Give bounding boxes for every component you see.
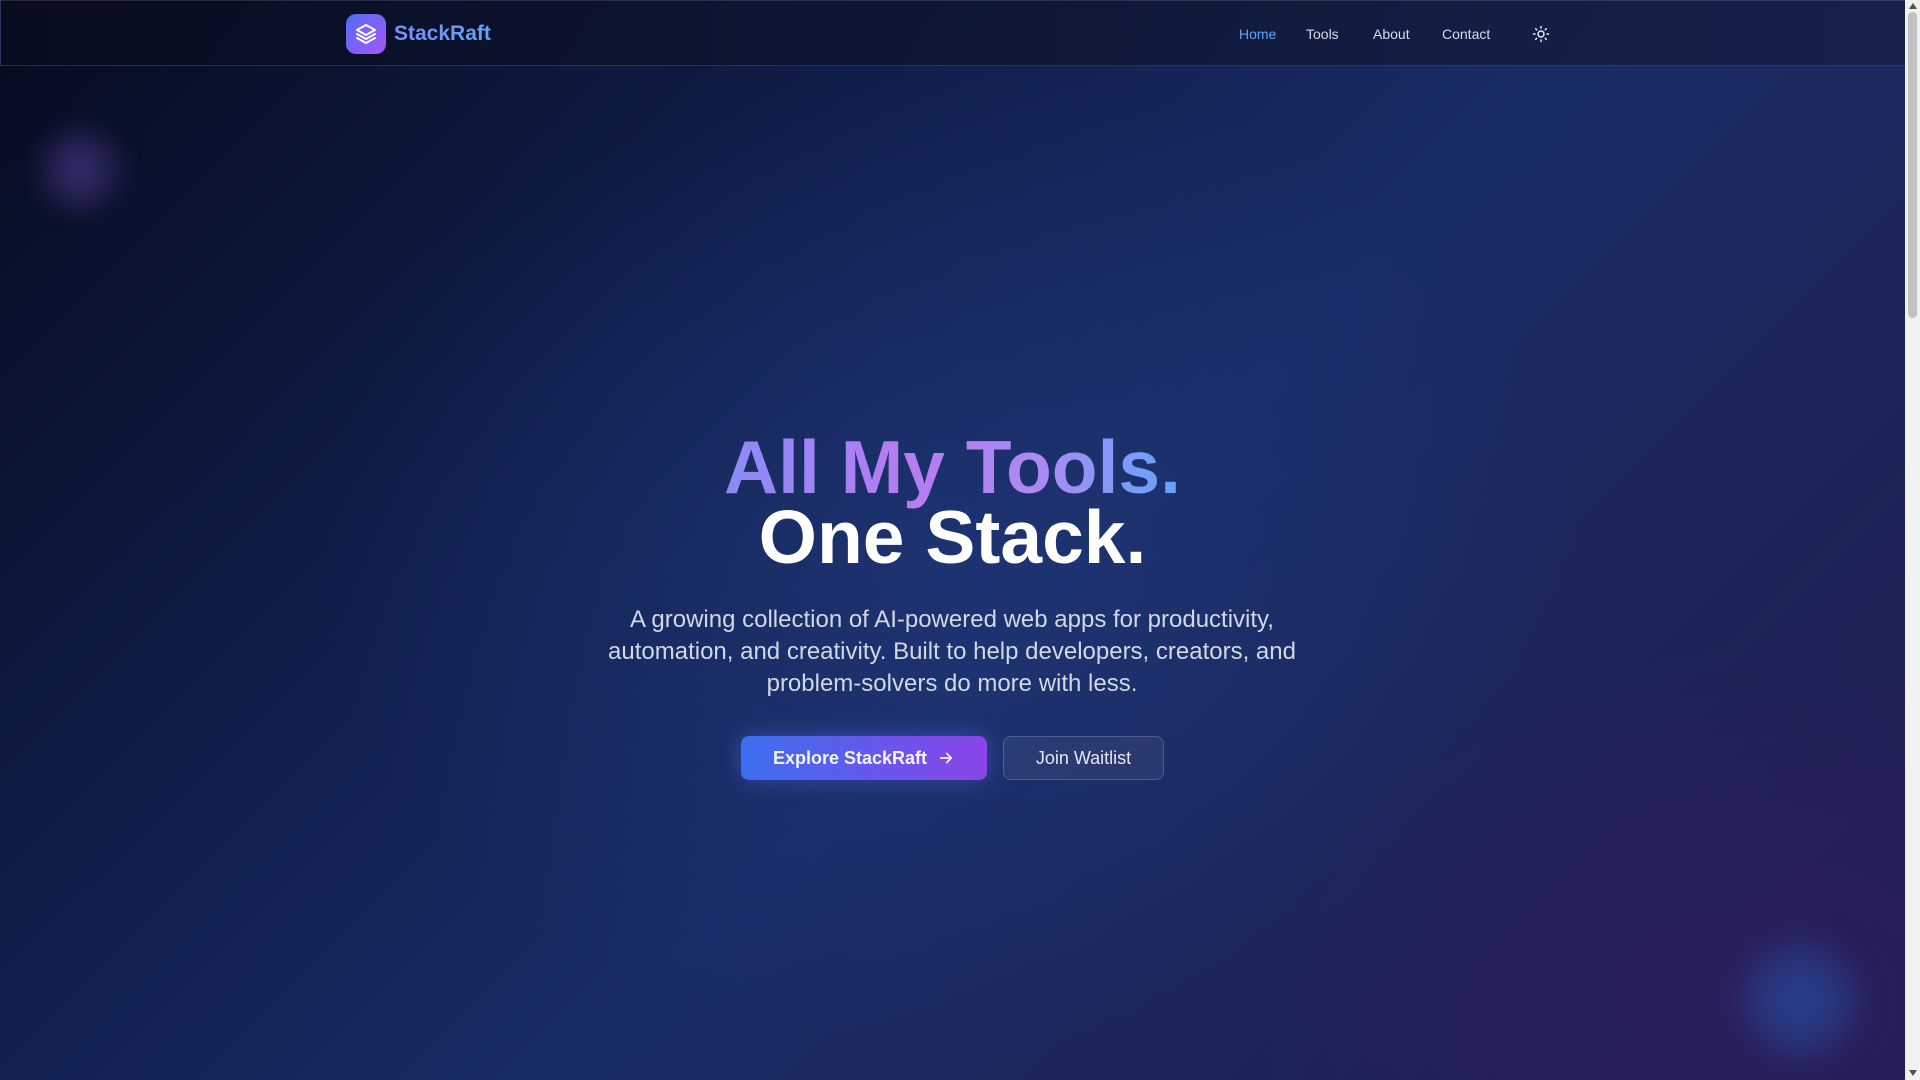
nav-tools-link[interactable]: Tools <box>1306 25 1339 43</box>
join-waitlist-button[interactable]: Join Waitlist <box>1003 736 1164 780</box>
decorative-glow <box>30 120 130 220</box>
nav-home-link[interactable]: Home <box>1239 25 1276 43</box>
nav-contact-link[interactable]: Contact <box>1442 25 1490 43</box>
sun-icon <box>1532 25 1550 43</box>
vertical-scrollbar[interactable] <box>1905 0 1920 1080</box>
nav-links: Home Tools About Contact <box>1 25 1905 45</box>
page-background: StackRaft Home Tools About Contact All M… <box>0 0 1905 1080</box>
top-navbar: StackRaft Home Tools About Contact <box>0 0 1905 66</box>
join-waitlist-label: Join Waitlist <box>1035 747 1132 768</box>
arrow-right-icon <box>939 752 953 764</box>
scroll-down-icon[interactable] <box>1908 1068 1917 1078</box>
hero-title-line2: One Stack. <box>758 495 1147 579</box>
theme-toggle-button[interactable] <box>1529 22 1553 46</box>
hero-subtitle: A growing collection of AI-powered web a… <box>608 606 1296 697</box>
decorative-glow <box>1730 930 1870 1070</box>
scrollbar-thumb[interactable] <box>1908 12 1917 318</box>
explore-button-label: Explore StackRaft <box>772 747 928 768</box>
explore-button[interactable]: Explore StackRaft <box>741 736 987 780</box>
scroll-up-icon[interactable] <box>1908 1 1917 11</box>
nav-about-link[interactable]: About <box>1373 25 1410 43</box>
